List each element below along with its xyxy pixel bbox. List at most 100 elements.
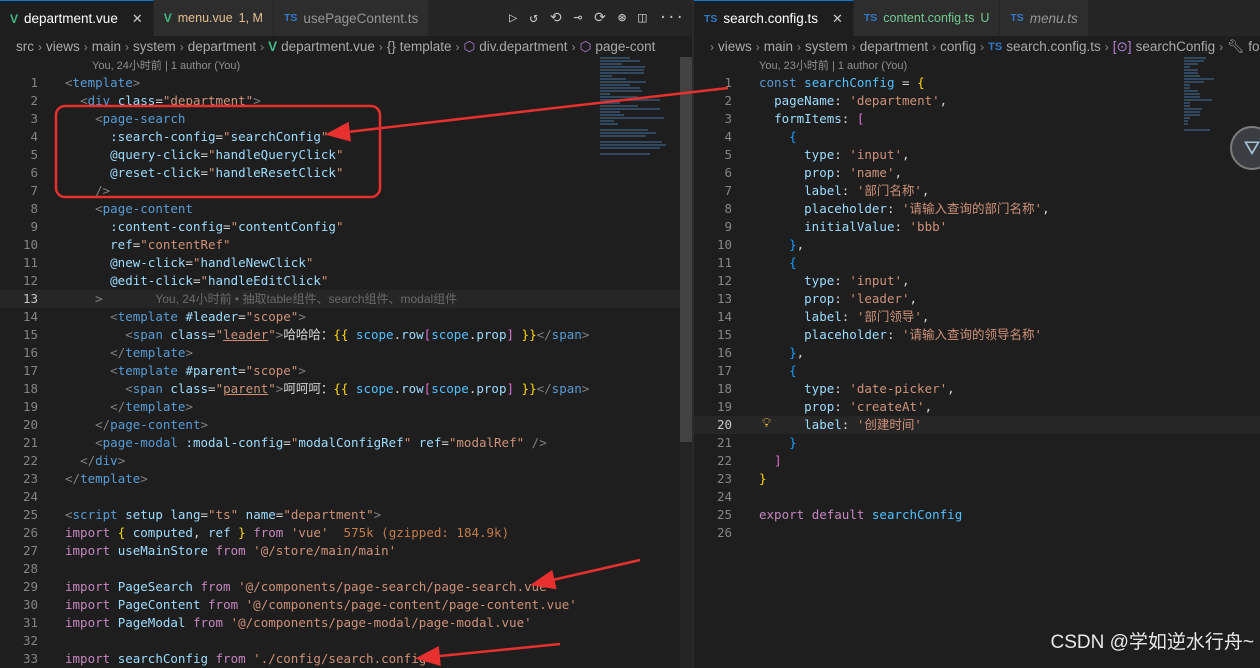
close-icon[interactable]: ✕ — [832, 11, 843, 27]
code-line: 6 @reset-click="handleResetClick" — [30, 165, 344, 180]
code-line: 10 }, — [716, 237, 805, 252]
code-line: 24 — [716, 489, 732, 504]
breadcrumb-item[interactable]: views — [718, 39, 752, 54]
code-line: 12 @edit-click="handleEditClick" — [22, 273, 329, 288]
code-line: 4 { — [724, 129, 797, 144]
code-line: 25 <script setup lang="ts" name="departme… — [22, 507, 382, 522]
breadcrumb-item[interactable]: system — [805, 39, 848, 54]
tab-menu-ts[interactable]: TS menu.ts — [1000, 0, 1089, 36]
code-line: 13 prop: 'leader', — [716, 291, 918, 306]
ts-file-icon: TS — [1010, 12, 1024, 24]
code-line: 25 export default searchConfig — [716, 507, 963, 522]
right-tab-bar: TS search.config.ts ✕ TS content.config.… — [694, 0, 1260, 36]
code-line: 19 prop: 'createAt', — [716, 399, 933, 414]
chevron-right-icon: › — [1219, 39, 1224, 54]
breadcrumb-item[interactable]: {} template — [387, 39, 452, 54]
tab-menu-vue[interactable]: V menu.vue 1, M — [153, 0, 274, 36]
code-line: 7 label: '部门名称', — [724, 183, 930, 198]
code-line: 23} — [716, 471, 767, 486]
code-line: 16 }, — [716, 345, 805, 360]
code-line: 8 <page-content — [30, 201, 193, 216]
run-icon[interactable]: ▷ — [509, 10, 517, 26]
code-line: 22 </div> — [22, 453, 126, 468]
code-line: 26 — [716, 525, 732, 540]
import-cost: 575k (gzipped: 184.9k) — [343, 525, 510, 540]
breadcrumb-item[interactable]: main — [92, 39, 121, 54]
git-graph-icon[interactable]: ⊛ — [618, 10, 626, 26]
code-line: 16 </template> — [22, 345, 193, 360]
code-editor-left[interactable]: 1 <template> 2 <div class="department"> 3… — [0, 74, 692, 668]
code-line: 8 placeholder: '请输入查询的部门名称', — [724, 201, 1050, 216]
code-line: 17 <template #parent="scope"> — [22, 363, 306, 378]
chevron-right-icon: › — [710, 39, 714, 54]
code-line: 33 import searchConfig from './config/sea… — [22, 651, 434, 666]
ts-file-icon: TS — [988, 40, 1003, 53]
breadcrumb-item[interactable]: views — [46, 39, 80, 54]
chevron-right-icon: › — [260, 39, 265, 54]
tab-usepagecontent-ts[interactable]: TS usePageContent.ts — [273, 0, 430, 36]
vue-file-icon: V — [268, 39, 278, 54]
ts-file-icon: TS — [704, 12, 718, 25]
codelens-blame[interactable]: You, 24小时前 | 1 author (You) — [0, 57, 692, 74]
code-line: 31 import PageModal from '@/components/pa… — [22, 615, 532, 630]
commit-icon[interactable]: ⊸ — [574, 10, 582, 26]
left-editor-pane: V department.vue ✕ V menu.vue 1, M TS us… — [0, 0, 692, 668]
breadcrumb-item[interactable]: main — [764, 39, 793, 54]
breadcrumb-item[interactable]: search.config.ts — [1006, 39, 1101, 54]
chevron-right-icon: › — [755, 39, 760, 54]
breadcrumb: src › views › main › system › department › V … — [0, 36, 692, 57]
lightbulb-icon[interactable]: 💡︎ — [762, 416, 771, 431]
code-line: 32 — [22, 633, 38, 648]
code-line: 27 import useMainStore from '@/store/main… — [22, 543, 397, 558]
breadcrumb-item[interactable]: department — [860, 39, 928, 54]
inline-blame: You, 24小时前 • 抽取table组件、search组件、modal组件 — [155, 292, 458, 306]
code-line: 11 { — [716, 255, 797, 270]
go-forward-icon[interactable]: ⟳ — [594, 10, 606, 26]
tab-status-badge: U — [980, 11, 990, 25]
minimap[interactable] — [600, 57, 670, 207]
close-icon[interactable]: ✕ — [132, 11, 143, 27]
tab-search-config-ts[interactable]: TS search.config.ts ✕ — [694, 0, 854, 36]
go-back-icon[interactable]: ⟲ — [550, 10, 562, 26]
history-icon[interactable]: ↺ — [529, 10, 537, 26]
breadcrumb-item[interactable]: div.department — [479, 39, 567, 54]
more-actions-icon[interactable]: ··· — [659, 10, 684, 26]
code-line: 9 :content-config="contentConfig" — [30, 219, 344, 234]
split-editor-icon[interactable]: ◫ — [638, 10, 646, 26]
code-editor-right[interactable]: 1 const searchConfig = { 2 pageName: 'dep… — [694, 74, 1260, 542]
chevron-right-icon: › — [980, 39, 985, 54]
breadcrumb-item[interactable]: searchConfig — [1136, 39, 1216, 54]
right-editor-pane: TS search.config.ts ✕ TS content.config.… — [694, 0, 1260, 668]
chevron-right-icon: › — [38, 39, 42, 54]
tab-label: menu.vue — [177, 11, 233, 25]
code-line: 15 <span class="leader">哈哈哈：{{ scope.row… — [22, 327, 590, 342]
breadcrumb-item[interactable]: src — [16, 39, 34, 54]
breadcrumb-item[interactable]: department.vue — [281, 39, 375, 54]
code-line: 5 type: 'input', — [724, 147, 910, 162]
tab-content-config-ts[interactable]: TS content.config.ts U — [853, 0, 1001, 36]
code-line: 6 prop: 'name', — [724, 165, 903, 180]
code-line: 2 pageName: 'department', — [724, 93, 948, 108]
editor-actions: ▷ ↺ ⟲ ⊸ ⟳ ⊛ ◫ ··· — [501, 0, 684, 36]
code-line: 14 <template #leader="scope"> — [22, 309, 306, 324]
chevron-right-icon: › — [455, 39, 460, 54]
breadcrumb-item[interactable]: config — [940, 39, 976, 54]
breadcrumb-item[interactable]: fo — [1248, 39, 1259, 54]
code-line-current: 13 > You, 24小时前 • 抽取table组件、search组件、mod… — [0, 290, 692, 308]
code-line: 5 @query-click="handleQueryClick" — [30, 147, 344, 162]
scrollbar-thumb[interactable] — [680, 57, 692, 442]
code-line: 22 ] — [716, 453, 782, 468]
chevron-right-icon: › — [571, 39, 576, 54]
chevron-right-icon: › — [179, 39, 184, 54]
code-line: 18 <span class="parent">呵呵呵：{{ scope.row… — [22, 381, 590, 396]
tab-department-vue[interactable]: V department.vue ✕ — [0, 0, 154, 36]
codelens-blame[interactable]: You, 23小时前 | 1 author (You) — [694, 57, 1260, 74]
tab-label: usePageContent.ts — [303, 10, 419, 26]
element-icon: ⬡ — [463, 38, 476, 54]
breadcrumb-item[interactable]: system — [133, 39, 176, 54]
breadcrumb-item[interactable]: page-cont — [595, 39, 655, 54]
chevron-right-icon: › — [83, 39, 88, 54]
ts-file-icon: TS — [283, 12, 298, 24]
code-line: 21 } — [716, 435, 797, 450]
breadcrumb-item[interactable]: department — [188, 39, 256, 54]
